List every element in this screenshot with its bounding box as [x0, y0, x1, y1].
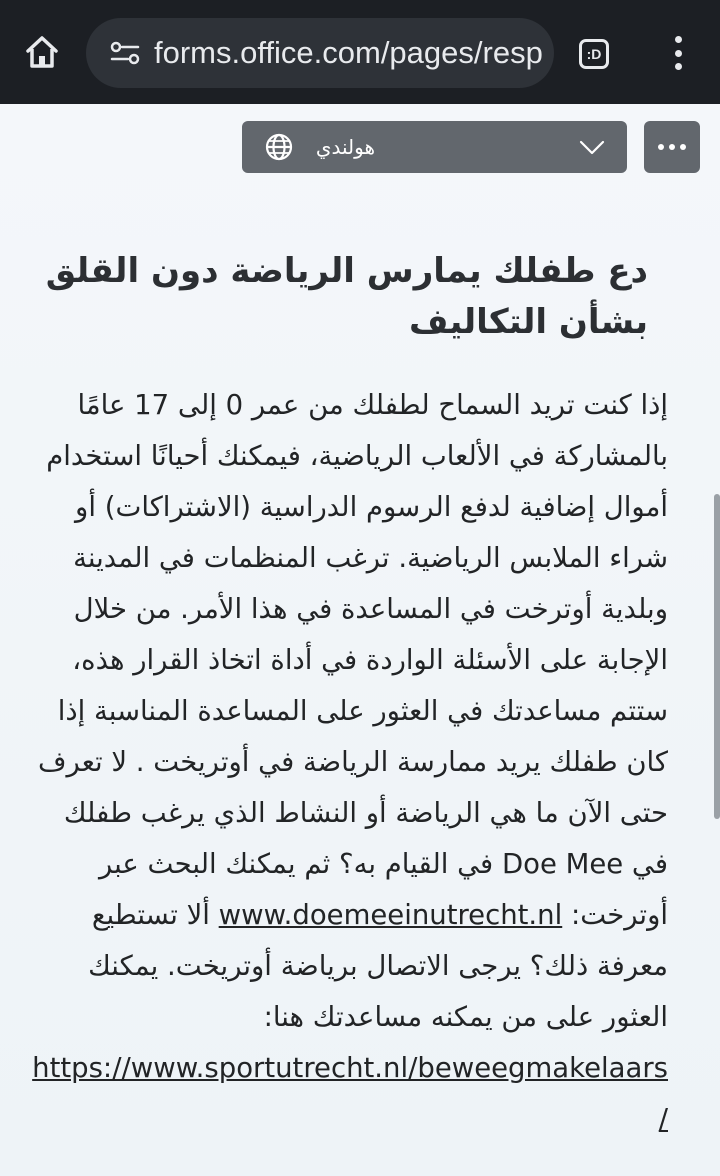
language-select[interactable]: هولندي — [242, 121, 627, 173]
site-settings-icon[interactable] — [108, 38, 142, 68]
home-button[interactable] — [18, 28, 66, 76]
tab-switcher-icon: :D — [579, 39, 609, 69]
tab-switcher-button[interactable]: :D — [574, 34, 614, 74]
doemee-link[interactable]: www.doemeeinutrecht.nl — [219, 899, 563, 931]
form-description: إذا كنت تريد السماح لطفلك من عمر 0 إلى 1… — [28, 380, 668, 1145]
more-horizontal-icon — [658, 144, 664, 150]
address-bar[interactable]: forms.office.com/pages/resp — [86, 18, 554, 88]
scrollbar[interactable] — [714, 494, 720, 819]
form-page: هولندي دع طفلك يمارس الرياضة دون القلق ب… — [0, 104, 720, 1176]
chevron-down-icon — [579, 140, 605, 155]
form-title: دع طفلك يمارس الرياضة دون القلق بشأن الت… — [45, 251, 648, 342]
more-options-button[interactable] — [644, 121, 700, 173]
browser-toolbar: forms.office.com/pages/resp :D — [0, 0, 720, 104]
description-intro: إذا كنت تريد السماح لطفلك من عمر 0 إلى 1… — [38, 389, 668, 931]
more-vert-icon[interactable] — [658, 30, 698, 76]
url-text[interactable]: forms.office.com/pages/resp — [154, 35, 543, 71]
home-icon — [26, 36, 58, 68]
tab-count-label: :D — [586, 46, 602, 62]
globe-icon — [265, 133, 293, 161]
sportutrecht-link[interactable]: https://www.sportutrecht.nl/beweegmakela… — [32, 1052, 668, 1135]
language-select-value: هولندي — [315, 135, 375, 159]
